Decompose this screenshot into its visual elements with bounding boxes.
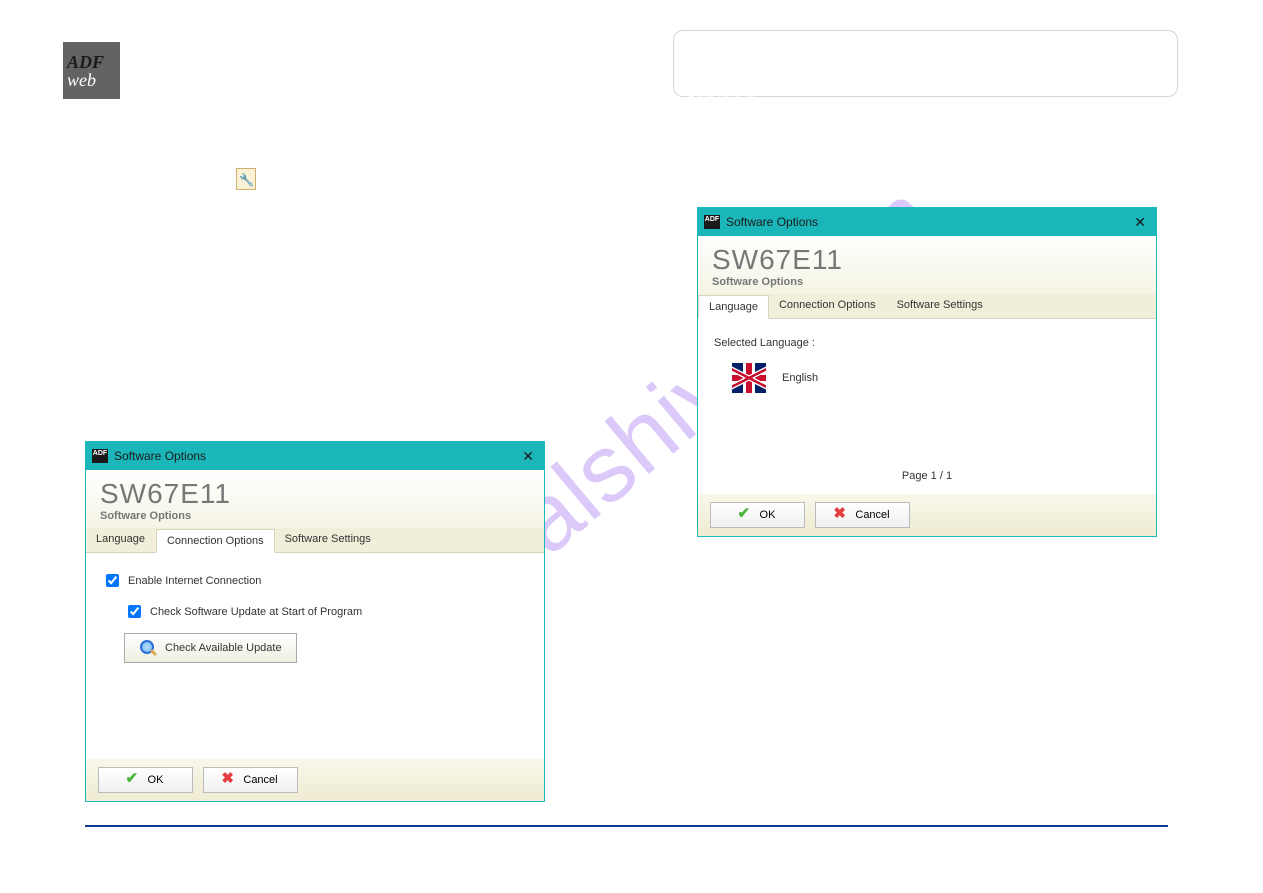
close-icon[interactable]: ✕ — [518, 448, 538, 465]
enable-internet-checkbox[interactable]: Enable Internet Connection — [102, 571, 528, 590]
check-icon — [128, 774, 142, 786]
tab-bar: Language Connection Options Software Set… — [86, 528, 544, 553]
tab-connection[interactable]: Connection Options — [156, 529, 275, 553]
dialog-buttons: OK Cancel — [698, 494, 1156, 536]
ok-button[interactable]: OK — [710, 502, 805, 528]
check-available-update-button[interactable]: Check Available Update — [124, 633, 297, 663]
tab-connection[interactable]: Connection Options — [769, 294, 887, 318]
check-update-start-input[interactable] — [128, 605, 141, 618]
magnifier-icon — [139, 639, 157, 657]
doc-header: Industrial Electronic Devices — [130, 52, 281, 66]
language-name: English — [782, 372, 818, 384]
software-options-dialog-language: ADF Software Options ✕ SW67E11 Software … — [697, 207, 1157, 537]
settings-icon — [236, 168, 256, 190]
logo: ADF web — [63, 42, 120, 99]
dialog-titlebar[interactable]: ADF Software Options ✕ — [86, 442, 544, 470]
app-icon: ADF — [704, 215, 720, 229]
close-icon[interactable]: ✕ — [1130, 214, 1150, 231]
body-text: SOFTWARE OPTIONS: By pressing the "Setti… — [85, 140, 645, 354]
check-update-start-checkbox[interactable]: Check Software Update at Start of Progra… — [124, 602, 528, 621]
tab-panel-language: Selected Language : English Page 1 / 1 — [698, 319, 1156, 494]
body-p1: By pressing the "Settings" () button the… — [85, 168, 645, 208]
dialog-title: Software Options — [114, 449, 206, 463]
body-p3: In the section "Connection Options", it … — [85, 300, 645, 354]
dialog-client: SW67E11 Software Options — [86, 470, 544, 528]
enable-internet-input[interactable] — [106, 574, 119, 587]
doc-info-line4: Page 18 of 34 — [688, 89, 1163, 106]
app-title: SW67E11 — [712, 246, 1142, 274]
flag-uk-icon — [732, 363, 766, 393]
doc-info-line3: Revision 1.000 — [688, 72, 1163, 89]
x-icon — [835, 508, 849, 522]
app-subtitle: Software Options — [100, 510, 530, 522]
doc-info-line1: User Manual EtherCAT Slave / S7comm Clie… — [688, 39, 1163, 56]
body-p2: In the section "Language" it is possible… — [85, 222, 645, 240]
doc-info-box: User Manual EtherCAT Slave / S7comm Clie… — [673, 30, 1178, 97]
doc-info-line2: Document code: MN67E11_ENG — [688, 56, 1163, 73]
language-option[interactable]: English — [732, 363, 1140, 393]
tab-panel-connection: Enable Internet Connection Check Softwar… — [86, 553, 544, 759]
footer-rule — [85, 825, 1168, 827]
app-icon: ADF — [92, 449, 108, 463]
tab-settings[interactable]: Software Settings — [887, 294, 994, 318]
cancel-button[interactable]: Cancel — [815, 502, 910, 528]
tab-language[interactable]: Language — [86, 528, 156, 552]
logo-line1: ADF — [67, 53, 120, 71]
tab-bar: Language Connection Options Software Set… — [698, 294, 1156, 319]
dialog-client: SW67E11 Software Options — [698, 236, 1156, 294]
body-heading: SOFTWARE OPTIONS: — [85, 140, 645, 158]
selected-language-label: Selected Language : — [714, 337, 1140, 349]
logo-line2: web — [67, 71, 120, 89]
ok-button[interactable]: OK — [98, 767, 193, 793]
software-options-dialog-connection: ADF Software Options ✕ SW67E11 Software … — [85, 441, 545, 802]
app-title: SW67E11 — [100, 480, 530, 508]
cancel-button[interactable]: Cancel — [203, 767, 298, 793]
dialog-titlebar[interactable]: ADF Software Options ✕ — [698, 208, 1156, 236]
x-icon — [223, 773, 237, 787]
app-subtitle: Software Options — [712, 276, 1142, 288]
page-indicator: Page 1 / 1 — [698, 470, 1156, 482]
dialog-buttons: OK Cancel — [86, 759, 544, 801]
check-icon — [740, 509, 754, 521]
tab-language[interactable]: Language — [698, 295, 769, 319]
tab-settings[interactable]: Software Settings — [275, 528, 382, 552]
dialog-title: Software Options — [726, 215, 818, 229]
